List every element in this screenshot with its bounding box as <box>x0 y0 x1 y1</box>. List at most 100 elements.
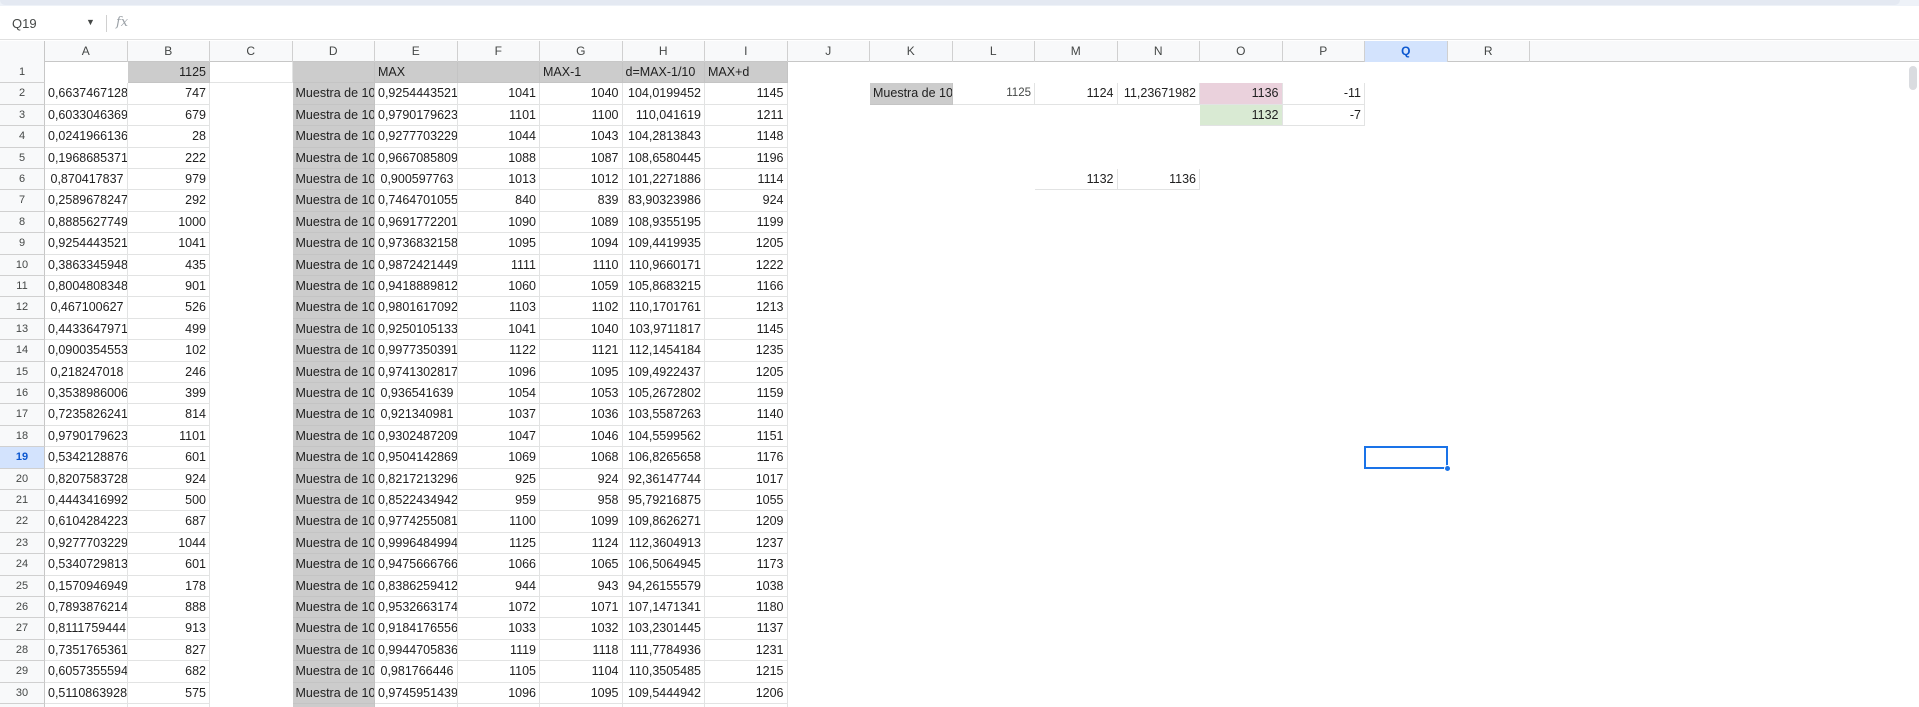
cell-i23[interactable]: 1237 <box>705 532 788 555</box>
cell-i16[interactable]: 1159 <box>705 383 788 405</box>
cell-i10[interactable]: 1222 <box>705 254 788 276</box>
cell-e5[interactable]: 0,9667085809 <box>375 147 458 169</box>
cell-a25[interactable]: 0,1570946949 <box>45 575 128 597</box>
cell-i12[interactable]: 1213 <box>705 297 788 319</box>
cell-i9[interactable]: 1205 <box>705 233 788 255</box>
column-header-p[interactable]: P <box>1283 41 1365 62</box>
select-all-corner[interactable] <box>0 41 45 62</box>
cell-g1[interactable]: MAX-1 <box>540 62 623 84</box>
cell-h23[interactable]: 112,3604913 <box>622 532 705 555</box>
cell-e21[interactable]: 0,8522434942 <box>375 490 458 512</box>
cell-e14[interactable]: 0,9977350391 <box>375 340 458 362</box>
cell-b29[interactable]: 682 <box>127 661 210 683</box>
cell-a20[interactable]: 0,8207583728 <box>45 468 128 490</box>
cell-e2[interactable]: 0,9254443521 <box>375 83 458 105</box>
column-header-r[interactable]: R <box>1448 41 1530 62</box>
column-header-i[interactable]: I <box>705 41 788 62</box>
row-header-12[interactable]: 12 <box>0 297 45 319</box>
name-box[interactable]: Q19 ▼ <box>8 13 98 33</box>
cell-e23[interactable]: 0,9996484994 <box>375 532 458 555</box>
cell-a30[interactable]: 0,5110863928 <box>45 682 128 704</box>
row-header-10[interactable]: 10 <box>0 254 45 276</box>
cell-d27[interactable]: Muestra de 10: <box>292 618 375 640</box>
row-header-26[interactable]: 26 <box>0 597 45 619</box>
row-header-24[interactable]: 24 <box>0 554 45 576</box>
cell-e4[interactable]: 0,9277703229 <box>375 126 458 148</box>
cell-f1[interactable] <box>457 62 540 84</box>
cell-f26[interactable]: 1072 <box>457 597 540 619</box>
cell-g13[interactable]: 1040 <box>540 318 623 341</box>
cell-f5[interactable]: 1088 <box>457 147 540 169</box>
cell-e29[interactable]: 0,981766446 <box>375 661 458 683</box>
cell-g6[interactable]: 1012 <box>540 169 623 191</box>
cell-i28[interactable]: 1231 <box>705 639 788 662</box>
cell-g14[interactable]: 1121 <box>540 340 623 362</box>
row-header-25[interactable]: 25 <box>0 575 45 597</box>
chevron-down-icon[interactable]: ▼ <box>86 17 95 27</box>
row-header-30[interactable]: 30 <box>0 682 45 704</box>
cell-d1[interactable] <box>292 62 375 84</box>
active-cell-selection[interactable] <box>1364 446 1448 469</box>
cell-g25[interactable]: 943 <box>540 575 623 597</box>
cell-b3[interactable]: 679 <box>127 104 210 127</box>
cell-i17[interactable]: 1140 <box>705 404 788 426</box>
cell-b20[interactable]: 924 <box>127 468 210 490</box>
cell-e17[interactable]: 0,921340981 <box>375 404 458 426</box>
cell-g21[interactable]: 958 <box>540 490 623 512</box>
cell-a2[interactable]: 0,6637467128 <box>45 83 128 105</box>
cell-i4[interactable]: 1148 <box>705 126 788 148</box>
cell-p3[interactable]: -7 <box>1282 104 1365 127</box>
cell-h29[interactable]: 110,3505485 <box>622 661 705 683</box>
cell-e3[interactable]: 0,9790179623 <box>375 104 458 127</box>
column-header-c[interactable]: C <box>210 41 293 62</box>
cell-g29[interactable]: 1104 <box>540 661 623 683</box>
row-header-4[interactable]: 4 <box>0 126 45 148</box>
cell-g22[interactable]: 1099 <box>540 511 623 533</box>
cell-p2[interactable]: -11 <box>1282 83 1365 105</box>
cell-d7[interactable]: Muestra de 10: <box>292 190 375 212</box>
cell-i1[interactable]: MAX+d <box>705 62 788 84</box>
cell-d20[interactable]: Muestra de 10: <box>292 468 375 490</box>
cell-d4[interactable]: Muestra de 10: <box>292 126 375 148</box>
cell-l2[interactable]: 1125 <box>952 83 1035 105</box>
cell-b15[interactable]: 246 <box>127 361 210 383</box>
cell-g11[interactable]: 1059 <box>540 276 623 298</box>
cell-f9[interactable]: 1095 <box>457 233 540 255</box>
cell-a3[interactable]: 0,6033046369 <box>45 104 128 127</box>
cell-g7[interactable]: 839 <box>540 190 623 212</box>
column-header-k[interactable]: K <box>870 41 953 62</box>
cell-g30[interactable]: 1095 <box>540 682 623 704</box>
cell-i13[interactable]: 1145 <box>705 318 788 341</box>
cell-e18[interactable]: 0,9302487209 <box>375 425 458 448</box>
cell-a27[interactable]: 0,8111759444 <box>45 618 128 640</box>
cell-d5[interactable]: Muestra de 10: <box>292 147 375 169</box>
cell-f4[interactable]: 1044 <box>457 126 540 148</box>
column-header-n[interactable]: N <box>1118 41 1200 62</box>
cell-h19[interactable]: 106,8265658 <box>622 447 705 469</box>
cell-d6[interactable]: Muestra de 10: <box>292 169 375 191</box>
row-header-15[interactable]: 15 <box>0 361 45 383</box>
cell-f21[interactable]: 959 <box>457 490 540 512</box>
cell-g19[interactable]: 1068 <box>540 447 623 469</box>
cell-h27[interactable]: 103,2301445 <box>622 618 705 640</box>
row-header-19[interactable]: 19 <box>0 447 45 469</box>
cell-h30[interactable]: 109,5444942 <box>622 682 705 704</box>
cell-d13[interactable]: Muestra de 10: <box>292 318 375 341</box>
cell-b26[interactable]: 888 <box>127 597 210 619</box>
cell-h24[interactable]: 106,5064945 <box>622 554 705 576</box>
row-header-29[interactable]: 29 <box>0 661 45 683</box>
cell-a28[interactable]: 0,7351765361 <box>45 639 128 662</box>
cell-b13[interactable]: 499 <box>127 318 210 341</box>
cell-i19[interactable]: 1176 <box>705 447 788 469</box>
cell-h22[interactable]: 109,8626271 <box>622 511 705 533</box>
cell-h1[interactable]: d=MAX-1/10 <box>622 62 705 84</box>
cell-f15[interactable]: 1096 <box>457 361 540 383</box>
column-header-e[interactable]: E <box>375 41 458 62</box>
cell-f18[interactable]: 1047 <box>457 425 540 448</box>
cell-b16[interactable]: 399 <box>127 383 210 405</box>
cell-i11[interactable]: 1166 <box>705 276 788 298</box>
cell-b6[interactable]: 979 <box>127 169 210 191</box>
column-header-g[interactable]: G <box>540 41 623 62</box>
cell-b10[interactable]: 435 <box>127 254 210 276</box>
cell-h7[interactable]: 83,90323986 <box>622 190 705 212</box>
